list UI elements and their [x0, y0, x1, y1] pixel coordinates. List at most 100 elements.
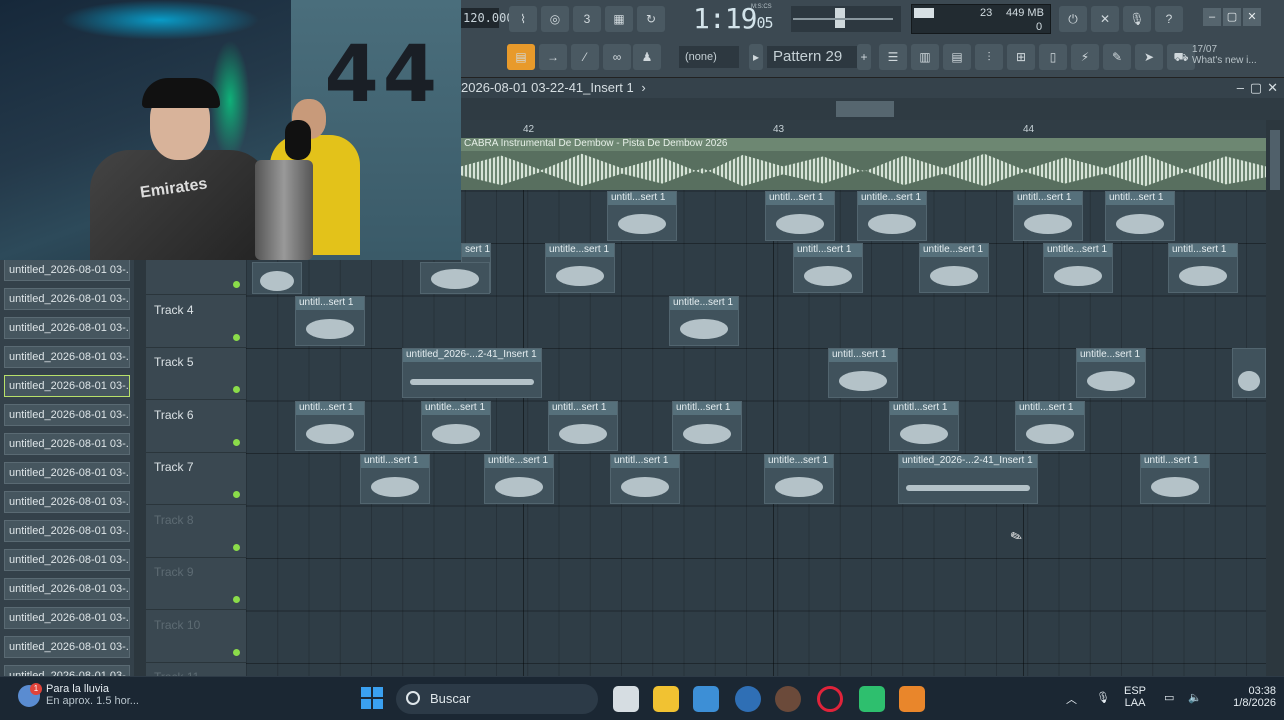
help-icon[interactable]: ? — [1155, 6, 1183, 32]
task-view-icon[interactable] — [613, 686, 639, 712]
browser-item[interactable]: untitled_2026-08-01 03-... — [4, 607, 130, 629]
track-led-icon[interactable] — [233, 386, 240, 393]
browser-icon[interactable]: ⊞ — [1007, 44, 1035, 70]
snap-arrow-icon[interactable]: → — [539, 44, 567, 70]
browser-app-icon[interactable] — [735, 686, 761, 712]
audio-clip[interactable]: untitl...sert 1 — [548, 401, 618, 451]
track-header[interactable]: Track 9 — [146, 558, 246, 610]
audio-clip[interactable]: untitled_2026-...2-41_Insert 1 — [898, 454, 1038, 504]
countdown-icon[interactable]: 3 — [573, 6, 601, 32]
audio-clip[interactable]: untitl...sert 1 — [765, 191, 835, 241]
tools-icon[interactable]: ✕ — [1091, 6, 1119, 32]
audio-clip[interactable]: untitl...sert 1 — [1015, 401, 1085, 451]
playlist-close-icon[interactable]: ✕ — [1267, 80, 1278, 96]
browser-item[interactable]: untitled_2026-08-01 03-... — [4, 549, 130, 571]
wait-record-icon[interactable]: ◎ — [541, 6, 569, 32]
loop-record-icon[interactable]: ↻ — [637, 6, 665, 32]
playlist-h-scroll[interactable] — [461, 98, 1284, 120]
audio-clip[interactable]: untitl...sert 1 — [793, 243, 863, 293]
audio-clip[interactable] — [252, 262, 302, 294]
pattern-prev-icon[interactable]: ▸ — [749, 44, 763, 70]
pat-song-icon[interactable]: ▤ — [507, 44, 535, 70]
audio-clip[interactable]: untitle...sert 1 — [669, 296, 739, 346]
v-scroll-thumb[interactable] — [1270, 130, 1280, 190]
snap-select[interactable]: (none) — [679, 46, 739, 68]
master-volume-panel[interactable] — [791, 6, 901, 32]
mic-icon[interactable]: 🎙 — [1123, 6, 1151, 32]
audio-clip[interactable]: untitl...sert 1 — [295, 296, 365, 346]
audio-clip[interactable]: untitl...sert 1 — [1105, 191, 1175, 241]
browser-item[interactable]: untitled_2026-08-01 03-... — [4, 404, 130, 426]
link-icon[interactable]: ∞ — [603, 44, 631, 70]
channel-rack-icon[interactable]: ▤ — [943, 44, 971, 70]
playlist-icon[interactable]: ☰ — [879, 44, 907, 70]
playlist-maximize-icon[interactable]: ▢ — [1250, 80, 1262, 96]
track-header[interactable]: Track 4 — [146, 296, 246, 348]
browser-item[interactable]: untitled_2026-08-01 03-... — [4, 317, 130, 339]
network-icon[interactable]: ▭ — [1164, 691, 1174, 704]
weather-widget[interactable]: Para la lluvia En aprox. 1.5 hor... — [46, 683, 206, 707]
piano-roll-icon[interactable]: ▥ — [911, 44, 939, 70]
audio-clip[interactable]: untitl...sert 1 — [828, 348, 898, 398]
minimize-icon[interactable]: – — [1203, 8, 1221, 26]
volume-icon[interactable]: 🔈 — [1188, 691, 1202, 704]
windows-start-icon[interactable] — [361, 687, 383, 709]
browser-item[interactable]: untitled_2026-08-01 03-... — [4, 433, 130, 455]
tray-chevron-icon[interactable]: ︿ — [1066, 691, 1077, 707]
track-header[interactable]: Track 10 — [146, 611, 246, 663]
tempo-display[interactable]: 120.000 — [461, 8, 514, 28]
browser-item[interactable]: untitled_2026-08-01 03-... — [4, 259, 130, 281]
mixer-icon[interactable]: ⫶ — [975, 44, 1003, 70]
browser-item[interactable]: untitled_2026-08-01 03-... — [4, 346, 130, 368]
stamp-icon[interactable]: ♟ — [633, 44, 661, 70]
pattern-selector[interactable]: Pattern 29 — [767, 46, 857, 68]
clock[interactable]: 03:38 1/8/2026 — [1216, 685, 1276, 709]
track-header[interactable]: Track 8 — [146, 506, 246, 558]
plugin-icon[interactable]: ⚡ — [1071, 44, 1099, 70]
slide-icon[interactable]: ⁄ — [571, 44, 599, 70]
browser-scrollbar[interactable] — [134, 260, 146, 676]
browser-item[interactable]: untitled_2026-08-01 03-... — [4, 288, 130, 310]
browser-item[interactable]: untitled_2026-08-01 03-... — [4, 375, 130, 397]
app-icon[interactable] — [775, 686, 801, 712]
audio-clip[interactable]: untitle...sert 1 — [1076, 348, 1146, 398]
audio-clip[interactable]: untitle...sert 1 — [1043, 243, 1113, 293]
track-led-icon[interactable] — [233, 438, 240, 446]
tempo-tap-icon[interactable]: ✎ — [1103, 44, 1131, 70]
audio-clip[interactable]: untitl...sert 1 — [295, 401, 365, 451]
playlist-minimize-icon[interactable]: – — [1237, 80, 1244, 95]
audio-clip[interactable] — [1232, 348, 1266, 398]
timeline-ruler[interactable]: 42 43 44 — [461, 120, 1266, 138]
audio-clip[interactable]: untitled_2026-...2-41_Insert 1 — [402, 348, 542, 398]
audio-clip[interactable]: untitle...sert 1 — [545, 243, 615, 293]
metronome-icon[interactable]: ⌇ — [509, 6, 537, 32]
time-format-label[interactable]: M:S:CS — [751, 4, 772, 10]
audio-clip[interactable]: untitle...sert 1 — [764, 454, 834, 504]
store-icon[interactable] — [693, 686, 719, 712]
audio-clip[interactable]: untitl...sert 1 — [1140, 454, 1210, 504]
title-arrow-icon[interactable]: › — [641, 80, 645, 95]
audio-clip[interactable]: untitl...sert 1 — [610, 454, 680, 504]
track-header[interactable]: Track 6 — [146, 401, 246, 453]
h-scroll-thumb[interactable] — [836, 101, 894, 117]
master-audio-clip[interactable]: CABRA Instrumental De Dembow - Pista De … — [461, 138, 1266, 190]
audio-clip[interactable]: untitle...sert 1 — [421, 401, 491, 451]
opera-icon[interactable] — [817, 686, 843, 712]
browser-item[interactable]: untitled_2026-08-01 03-... — [4, 491, 130, 513]
browser-item[interactable]: untitled_2026-08-01 03-... — [4, 462, 130, 484]
audio-clip[interactable]: untitle...sert 1 — [919, 243, 989, 293]
track-led-icon[interactable] — [233, 648, 240, 656]
audio-clip[interactable] — [420, 262, 490, 294]
audio-clip[interactable]: untitl...sert 1 — [1013, 191, 1083, 241]
close-icon[interactable]: ✕ — [1243, 8, 1261, 26]
browser-item[interactable]: untitled_2026-08-01 03-... — [4, 578, 130, 600]
track-led-icon[interactable] — [233, 333, 240, 341]
track-led-icon[interactable] — [233, 596, 240, 603]
step-edit-icon[interactable]: ▦ — [605, 6, 633, 32]
audio-clip[interactable]: untitl...sert 1 — [889, 401, 959, 451]
audio-clip[interactable]: untitle...sert 1 — [857, 191, 927, 241]
track-led-icon[interactable] — [233, 543, 240, 551]
taskbar-search[interactable]: Buscar — [396, 684, 598, 714]
track-led-icon[interactable] — [233, 491, 240, 498]
audio-clip[interactable]: untitl...sert 1 — [672, 401, 742, 451]
